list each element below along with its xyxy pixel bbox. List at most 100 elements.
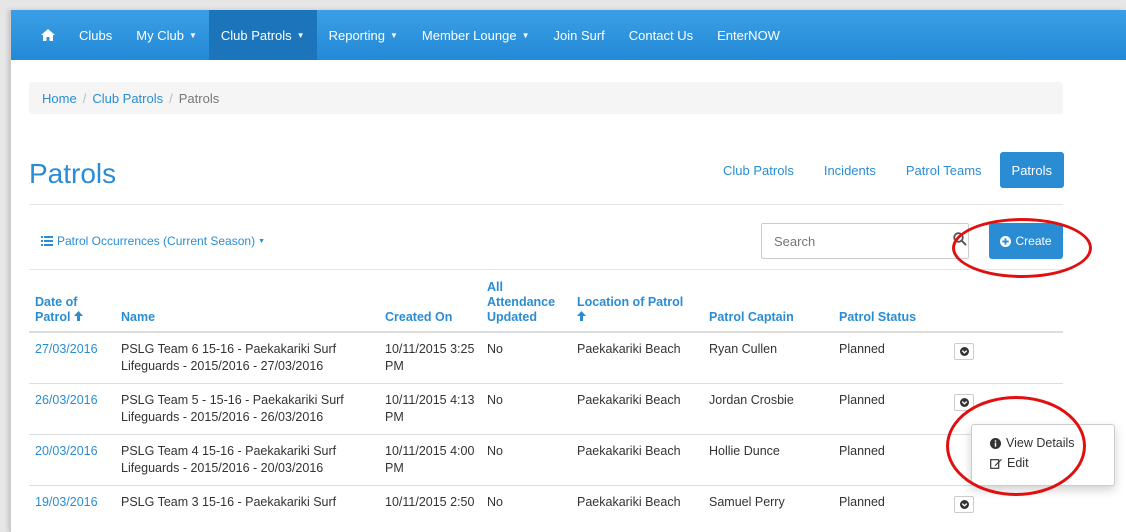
date-link[interactable]: 27/03/2016	[35, 342, 98, 356]
view-selector-label: Patrol Occurrences (Current Season)	[57, 234, 256, 248]
cell-created-on: 10/11/2015 4:00 PM	[379, 434, 481, 486]
cell-created-on: 10/11/2015 2:50	[379, 485, 481, 532]
tab-incidents[interactable]: Incidents	[812, 152, 888, 188]
nav-contact-us[interactable]: Contact Us	[617, 10, 705, 60]
header-text: All	[487, 280, 503, 294]
list-icon	[41, 236, 53, 246]
browser-page: Clubs My Club ▼ Club Patrols ▼ Reporting ▼ …	[10, 10, 1126, 532]
nav-home[interactable]	[29, 10, 67, 60]
tab-patrol-teams[interactable]: Patrol Teams	[894, 152, 994, 188]
caret-down-icon: ▼	[389, 30, 398, 40]
header-text: Location of Patrol	[577, 295, 684, 309]
cell-date: 20/03/2016	[29, 434, 115, 486]
row-actions-menu: View Details Edit	[971, 424, 1115, 486]
column-header-attendance[interactable]: All Attendance Updated	[481, 274, 571, 333]
search-box	[761, 223, 969, 259]
divider	[29, 204, 1063, 205]
cell-actions	[948, 331, 1063, 384]
chevron-down-circle-icon	[959, 347, 969, 356]
search-input[interactable]	[762, 233, 942, 249]
menu-item-label: Edit	[1007, 456, 1029, 470]
cell-actions	[948, 485, 1063, 532]
menu-item-label: View Details	[1006, 436, 1075, 450]
cell-location: Paekakariki Beach	[571, 434, 703, 486]
row-actions-button[interactable]	[954, 343, 974, 360]
table-row: 20/03/2016 PSLG Team 4 15-16 - Paekakari…	[29, 434, 1063, 486]
table-row: 19/03/2016 PSLG Team 3 15-16 - Paekakari…	[29, 485, 1063, 532]
breadcrumb-home[interactable]: Home	[42, 91, 77, 106]
nav-member-lounge[interactable]: Member Lounge ▼	[410, 10, 542, 60]
nav-clubs[interactable]: Clubs	[67, 10, 124, 60]
menu-item-view-details[interactable]: View Details	[972, 433, 1114, 453]
header-text: Updated	[487, 310, 537, 324]
row-actions-button[interactable]	[954, 394, 974, 411]
breadcrumb: Home / Club Patrols / Patrols	[29, 82, 1063, 114]
sort-up-arrow-icon	[577, 311, 586, 321]
cell-created-on: 10/11/2015 3:25 PM	[379, 331, 481, 384]
date-link[interactable]: 26/03/2016	[35, 393, 98, 407]
tab-club-patrols[interactable]: Club Patrols	[711, 152, 806, 188]
header-text: Date of	[35, 295, 78, 309]
cell-captain: Ryan Cullen	[703, 331, 833, 384]
header-text: Patrol	[35, 310, 71, 324]
menu-item-edit[interactable]: Edit	[972, 453, 1114, 473]
tab-patrols[interactable]: Patrols	[999, 152, 1064, 188]
cell-status: Planned	[833, 383, 948, 435]
caret-down-icon: ▼	[296, 30, 305, 40]
cell-captain: Samuel Perry	[703, 485, 833, 532]
nav-my-club[interactable]: My Club ▼	[124, 10, 209, 60]
cell-created-on: 10/11/2015 4:13 PM	[379, 383, 481, 435]
column-header-created-on[interactable]: Created On	[379, 274, 481, 333]
cell-date: 27/03/2016	[29, 331, 115, 384]
cell-captain: Hollie Dunce	[703, 434, 833, 486]
breadcrumb-club-patrols[interactable]: Club Patrols	[92, 91, 163, 106]
search-icon[interactable]	[953, 232, 967, 246]
view-selector[interactable]: Patrol Occurrences (Current Season) ▼	[41, 234, 265, 248]
date-link[interactable]: 19/03/2016	[35, 495, 98, 509]
row-actions-button[interactable]	[954, 496, 974, 513]
nav-label: EnterNOW	[717, 27, 780, 43]
nav-enternow[interactable]: EnterNOW	[705, 10, 792, 60]
column-header-location[interactable]: Location of Patrol	[571, 274, 703, 333]
caret-down-icon: ▼	[521, 30, 530, 40]
divider	[29, 269, 1063, 270]
page-title: Patrols	[29, 158, 117, 189]
cell-status: Planned	[833, 434, 948, 486]
cell-attendance: No	[481, 383, 571, 435]
table-header-row: Date of Patrol Name Created On All Atten…	[29, 274, 1063, 333]
nav-club-patrols[interactable]: Club Patrols ▼	[208, 10, 317, 60]
cell-captain: Jordan Crosbie	[703, 383, 833, 435]
patrols-table: Date of Patrol Name Created On All Atten…	[29, 274, 1063, 532]
create-button-label: Create	[1015, 234, 1052, 248]
cell-date: 26/03/2016	[29, 383, 115, 435]
cell-name: PSLG Team 6 15-16 - Paekakariki Surf Lif…	[115, 331, 379, 384]
cell-date: 19/03/2016	[29, 485, 115, 532]
column-header-captain[interactable]: Patrol Captain	[703, 274, 833, 333]
column-header-date[interactable]: Date of Patrol	[29, 274, 115, 333]
create-button[interactable]: Create	[989, 223, 1063, 259]
cell-name: PSLG Team 5 - 15-16 - Paekakariki Surf L…	[115, 383, 379, 435]
caret-down-icon: ▼	[188, 30, 197, 40]
section-tabs: Club Patrols Incidents Patrol Teams Patr…	[705, 152, 1064, 188]
column-header-name[interactable]: Name	[115, 274, 379, 333]
nav-label: Clubs	[79, 27, 113, 43]
nav-reporting[interactable]: Reporting ▼	[317, 10, 410, 60]
column-header-actions	[948, 274, 1063, 333]
cell-attendance: No	[481, 331, 571, 384]
nav-label: Contact Us	[628, 27, 694, 43]
nav-label: Reporting	[328, 27, 385, 43]
breadcrumb-separator: /	[82, 90, 87, 106]
cell-attendance: No	[481, 434, 571, 486]
breadcrumb-current: Patrols	[178, 90, 220, 106]
edit-icon	[990, 458, 1002, 469]
cell-location: Paekakariki Beach	[571, 331, 703, 384]
column-header-status[interactable]: Patrol Status	[833, 274, 948, 333]
chevron-down-circle-icon	[959, 500, 969, 509]
home-icon	[41, 29, 55, 41]
nav-label: Member Lounge	[421, 27, 517, 43]
plus-circle-icon	[1000, 235, 1012, 247]
cell-location: Paekakariki Beach	[571, 485, 703, 532]
date-link[interactable]: 20/03/2016	[35, 444, 98, 458]
nav-join-surf[interactable]: Join Surf	[541, 10, 616, 60]
chevron-down-circle-icon	[959, 398, 969, 407]
